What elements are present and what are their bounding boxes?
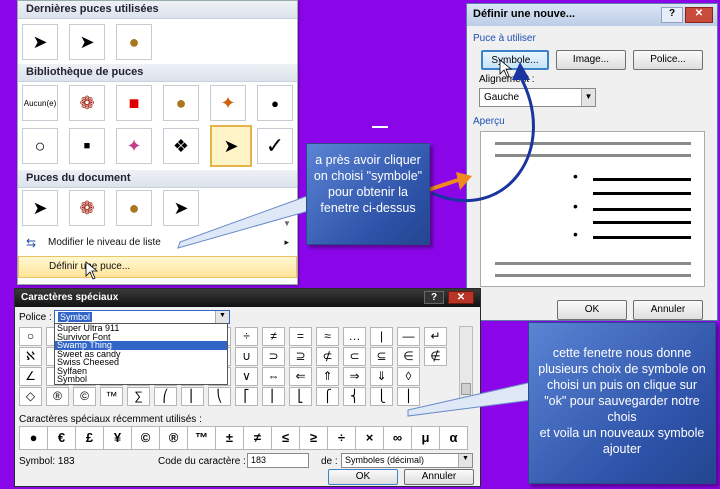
mouse-cursor-icon [499, 59, 513, 78]
orange-arrowhead-icon [456, 172, 472, 190]
callout-step2: cette fenetre nous donne plusieurs choix… [528, 322, 716, 484]
callout1-pointer [177, 194, 313, 249]
font-option[interactable]: Symbol [55, 375, 227, 384]
orange-arrow [427, 178, 459, 192]
mouse-cursor-icon [85, 261, 99, 280]
callout2-pointer [407, 381, 533, 417]
font-dropdown-list[interactable]: Super Ultra 911 Survivor Font Swamp Thin… [54, 323, 228, 385]
callout-step1: a près avoir cliquer on choisi "symbole"… [306, 143, 430, 245]
blue-arrowhead-icon [512, 62, 530, 80]
